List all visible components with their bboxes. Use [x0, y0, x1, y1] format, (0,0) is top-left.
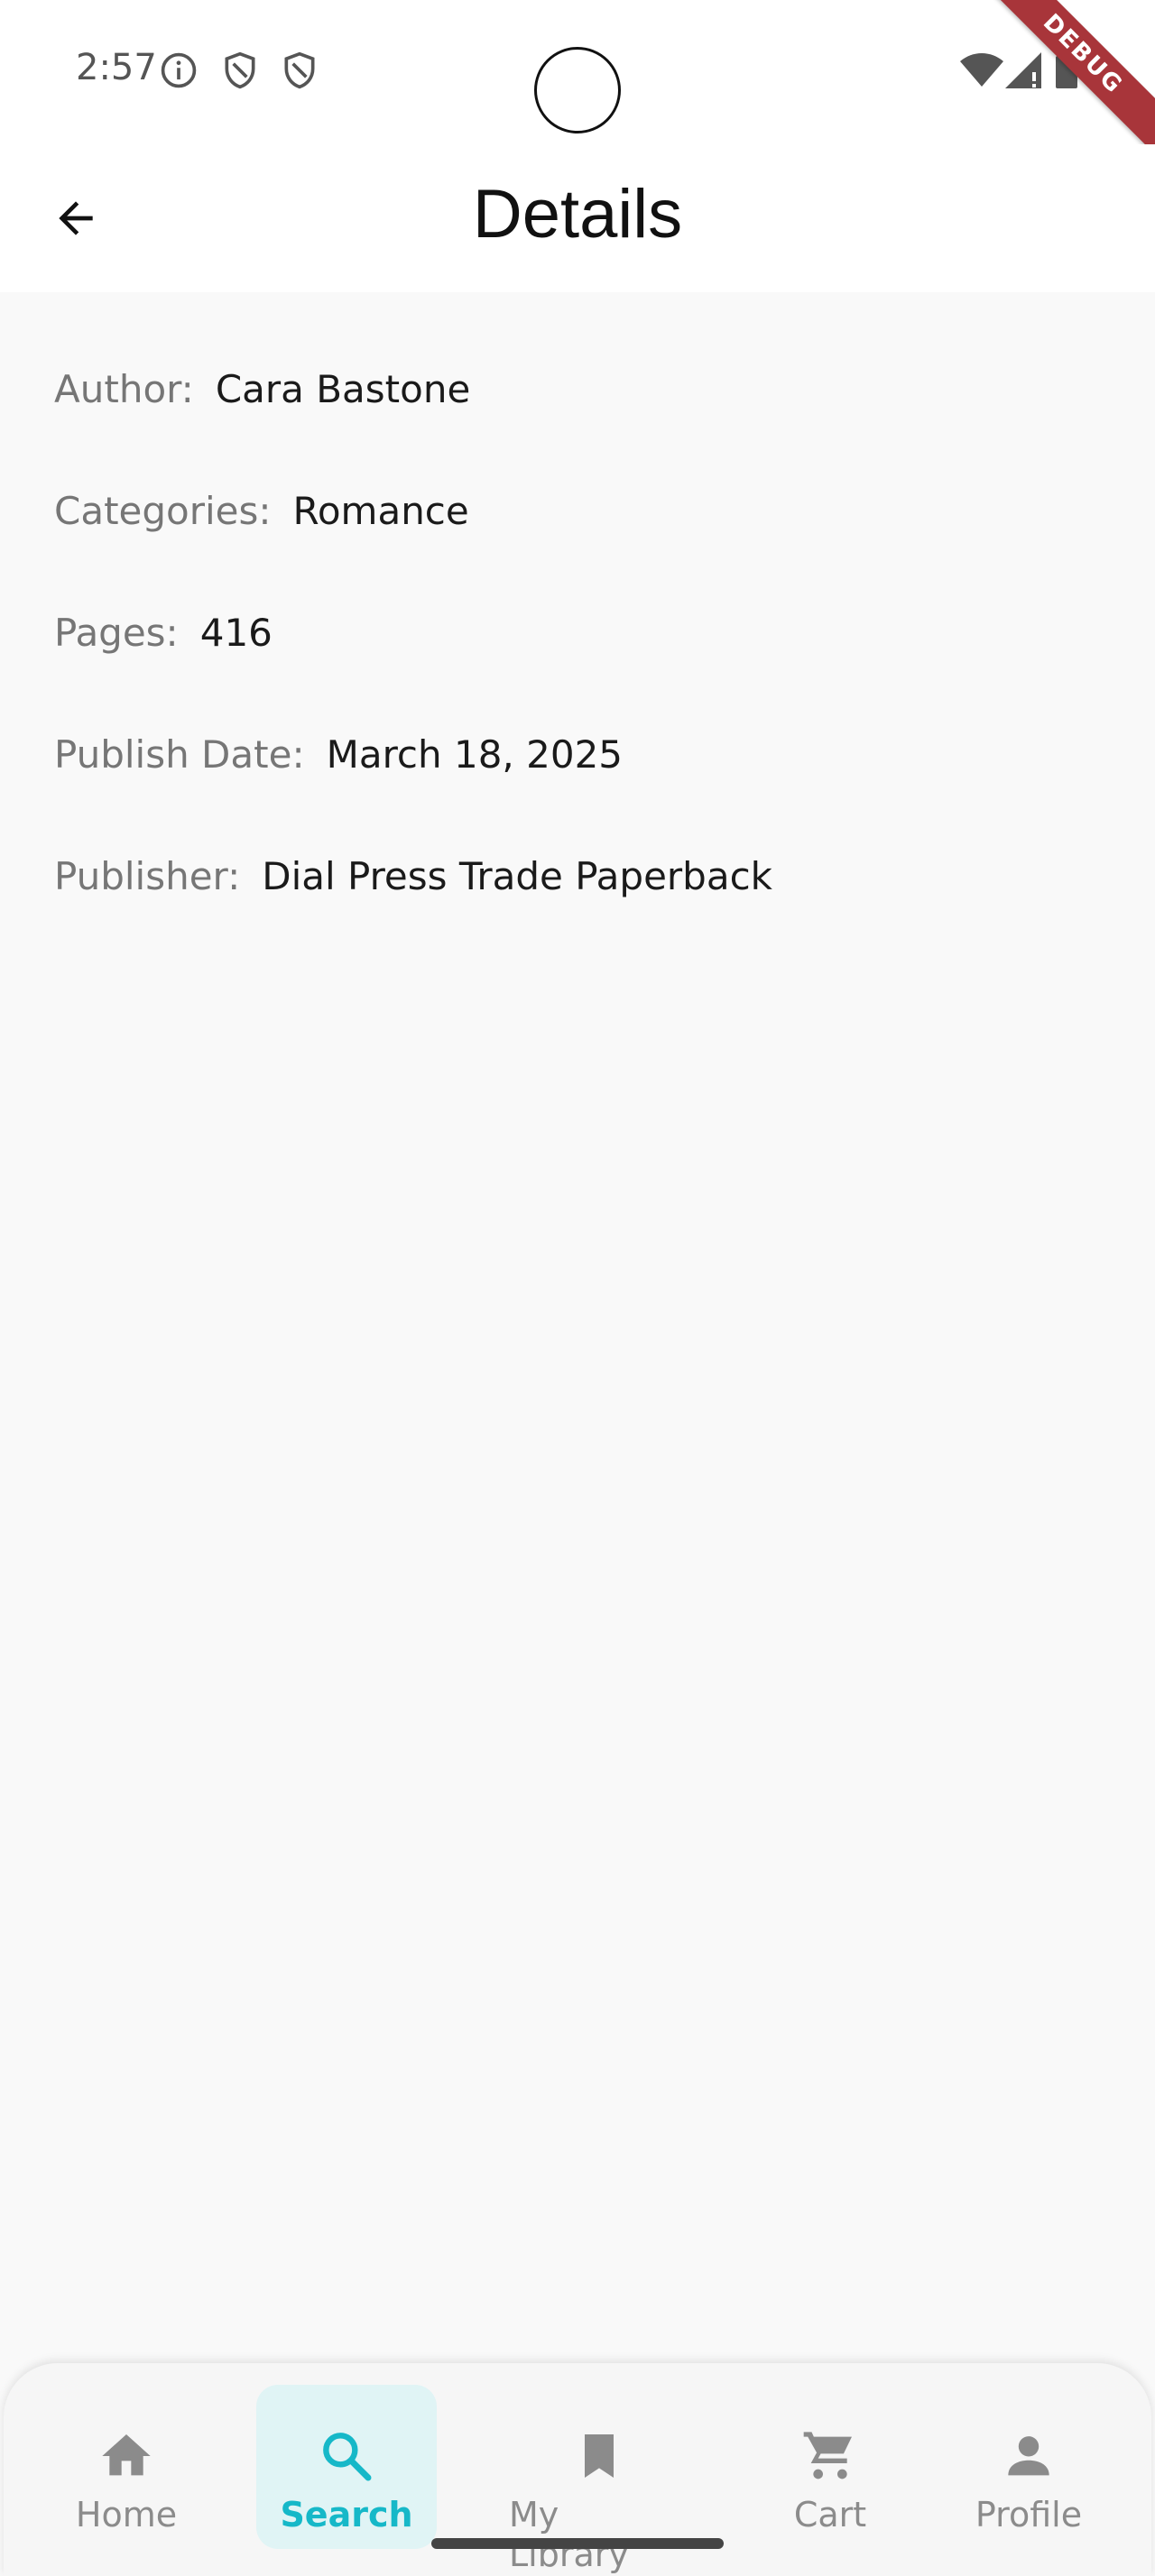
detail-label: Pages: — [54, 611, 179, 655]
status-time: 2:57 — [76, 47, 157, 88]
detail-value: Dial Press Trade Paperback — [262, 854, 772, 898]
nav-label: Cart — [793, 2495, 867, 2535]
detail-row-author: Author: Cara Bastone — [54, 364, 1101, 486]
nav-item-profile[interactable]: Profile — [938, 2385, 1119, 2549]
detail-row-categories: Categories: Romance — [54, 486, 1101, 608]
person-icon — [1000, 2428, 1058, 2484]
app-bar: Details — [0, 144, 1155, 292]
book-details-list: Author: Cara Bastone Categories: Romance… — [54, 364, 1101, 973]
nav-item-home[interactable]: Home — [36, 2385, 217, 2549]
detail-row-publisher: Publisher: Dial Press Trade Paperback — [54, 851, 1101, 973]
detail-row-pages: Pages: 416 — [54, 608, 1101, 730]
detail-value: Cara Bastone — [215, 367, 471, 411]
details-screen: 2:57 DEBUG Details Author: Cara Bastone … — [0, 0, 1155, 2576]
detail-label: Publish Date: — [54, 732, 305, 777]
detail-label: Categories: — [54, 489, 272, 533]
nav-label: Profile — [975, 2495, 1083, 2535]
camera-cutout — [534, 47, 621, 133]
cart-icon — [801, 2428, 859, 2484]
home-indicator — [431, 2538, 724, 2549]
detail-value: Romance — [292, 489, 469, 533]
info-icon — [159, 51, 197, 88]
shield-icon — [280, 51, 316, 89]
nav-item-my-library[interactable]: My Library — [509, 2385, 689, 2574]
shield-icon — [220, 51, 256, 89]
search-icon — [318, 2428, 375, 2484]
status-bar: 2:57 DEBUG — [0, 0, 1155, 164]
detail-row-publish-date: Publish Date: March 18, 2025 — [54, 730, 1101, 851]
page-title: Details — [472, 176, 683, 253]
detail-label: Author: — [54, 367, 194, 411]
nav-label: My Library — [509, 2495, 629, 2574]
bookmark-icon — [570, 2428, 628, 2484]
detail-value: 416 — [199, 611, 273, 655]
nav-item-search[interactable]: Search — [256, 2385, 437, 2549]
detail-label: Publisher: — [54, 854, 241, 898]
nav-label: Home — [75, 2495, 178, 2535]
detail-value: March 18, 2025 — [326, 732, 624, 777]
nav-item-cart[interactable]: Cart — [740, 2385, 920, 2549]
home-icon — [97, 2428, 155, 2484]
signal-icon — [1005, 52, 1041, 92]
wifi-icon — [960, 52, 1003, 92]
nav-label: Search — [280, 2495, 413, 2535]
